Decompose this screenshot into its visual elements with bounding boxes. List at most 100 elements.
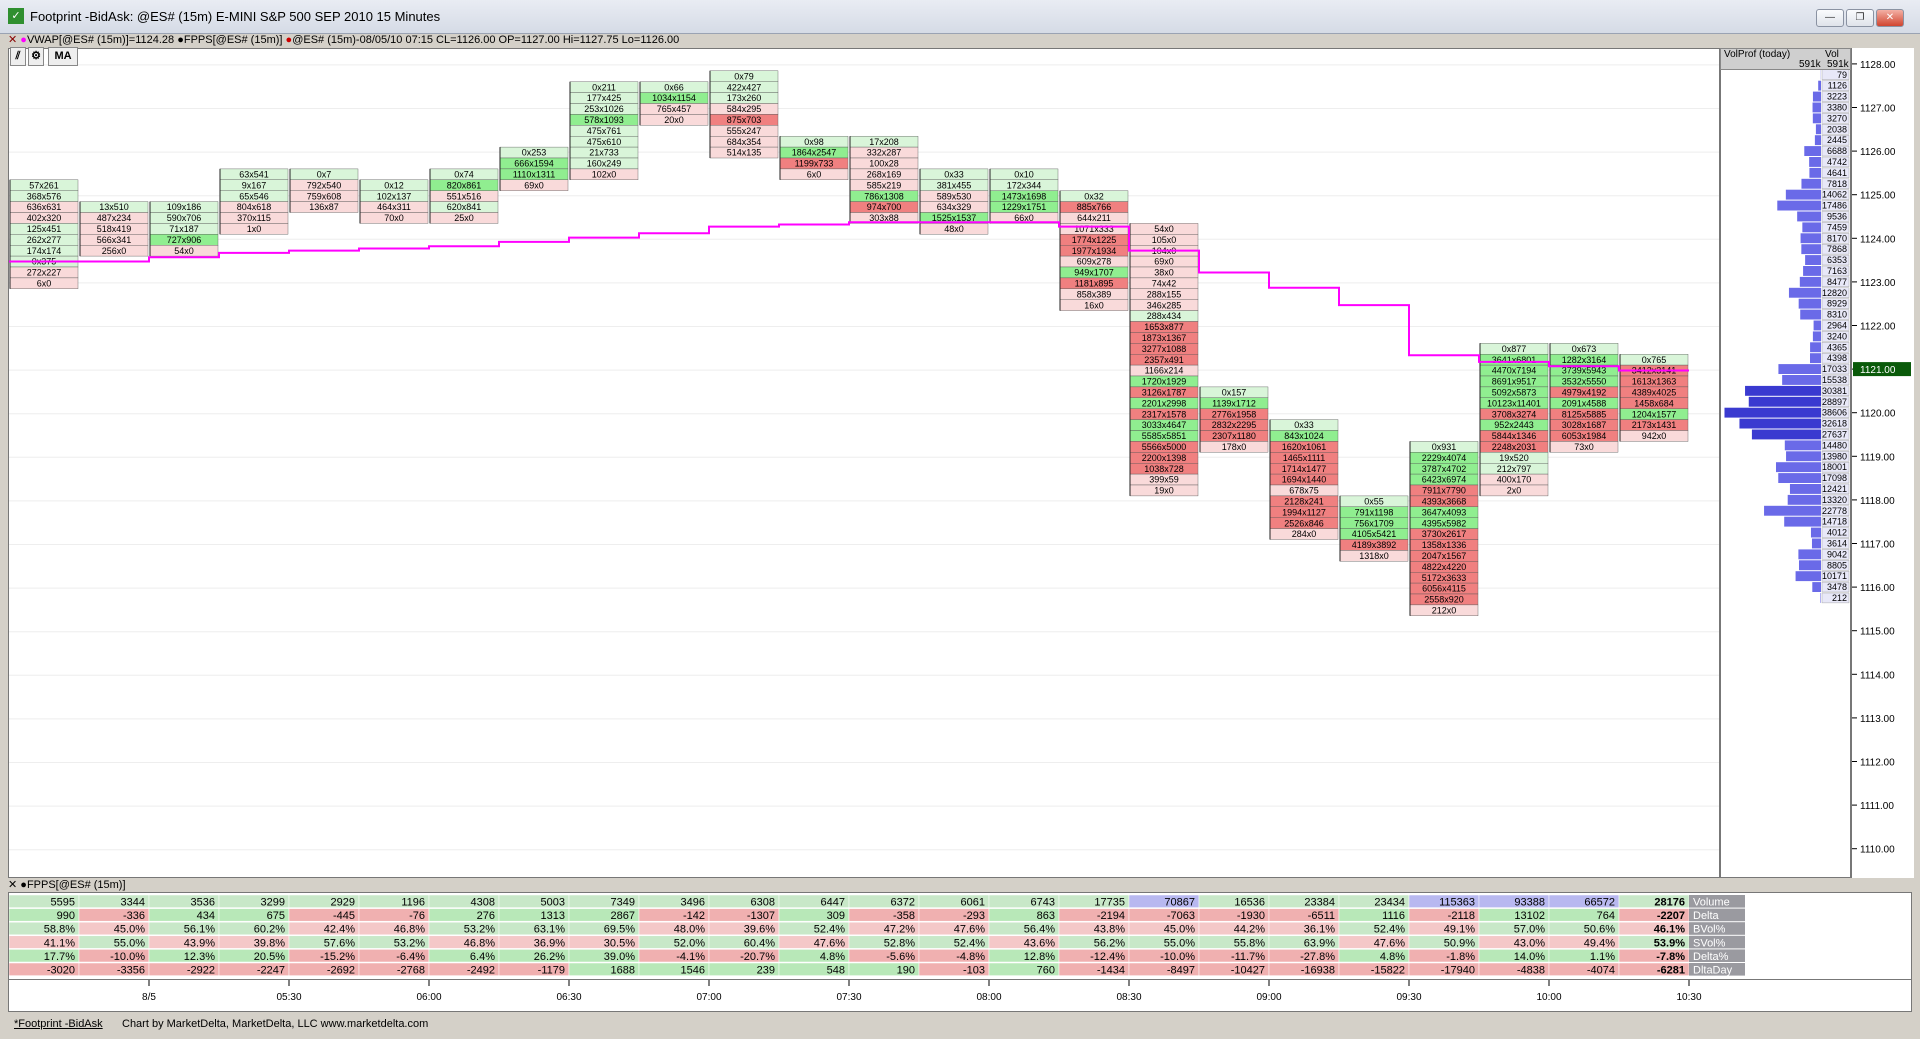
volume-profile-bar xyxy=(1800,233,1821,244)
price-tick-label: 1122.00 xyxy=(1860,322,1896,333)
stat-value: -20.7% xyxy=(740,951,775,963)
price-axis[interactable]: 1128.00 1127.00 1126.00 1125.00 1124.00 1123.… xyxy=(1851,48,1914,878)
footprint-cell-text: 105x0 xyxy=(1152,235,1177,245)
study-legend: ✕ ●VWAP[@ES# (15m)]=1124.28 ●FPPS[@ES# (… xyxy=(8,34,1912,47)
volume-profile-bar xyxy=(1815,124,1821,135)
time-axis[interactable]: 8/5 05:30 06:00 06:30 07:00 07:30 08:00 08:30 09… xyxy=(8,980,1912,1012)
footprint-cell-text: 464x311 xyxy=(377,202,411,212)
fpps-legend[interactable]: FPPS[@ES# (15m)] xyxy=(184,34,283,46)
volume-profile-value: 17033 xyxy=(1822,364,1847,374)
footprint-cell-text: 8691x9517 xyxy=(1492,377,1537,387)
footprint-cell-text: 284x0 xyxy=(1292,529,1317,539)
footprint-cell-text: 1199x733 xyxy=(795,159,834,169)
stat-value: -11.7% xyxy=(1231,951,1265,963)
stat-value: 52.4% xyxy=(814,924,845,936)
current-price-label: 1121.00 xyxy=(1860,365,1896,376)
stat-value: 30.5% xyxy=(604,937,635,949)
restore-button[interactable]: ❐ xyxy=(1846,9,1874,27)
stat-value: 63.1% xyxy=(534,924,565,936)
ma-button[interactable]: MA xyxy=(48,47,78,66)
footprint-cell-text: 585x219 xyxy=(867,180,902,190)
volume-profile-bar xyxy=(1809,157,1821,167)
footprint-cell-text: 400x170 xyxy=(1497,475,1532,485)
volume-profile-value: 27637 xyxy=(1822,430,1847,440)
footprint-cell-text: 1071x333 xyxy=(1074,224,1114,234)
volume-profile-value: 8805 xyxy=(1827,560,1847,570)
footprint-cell-text: 1473x1698 xyxy=(1002,191,1047,201)
close-chart-icon[interactable]: ✕ xyxy=(8,34,17,46)
volume-profile-bar xyxy=(1820,593,1821,603)
vwap-line xyxy=(9,221,1689,372)
stat-value: 45.0% xyxy=(1164,924,1195,936)
volume-profile-bar xyxy=(1787,494,1821,505)
footprint-cell-text: 25x0 xyxy=(454,213,474,223)
footprint-bar: 0x9312229x40743787x47026423x69747911x779… xyxy=(1409,441,1479,617)
footprint-cell-text: 172x344 xyxy=(1007,180,1042,190)
volume-profile-bar xyxy=(1778,473,1821,483)
volume-profile-bar xyxy=(1812,331,1821,342)
stat-value: -5.6% xyxy=(886,951,915,963)
footprint-cell-text: 1038x728 xyxy=(1144,464,1184,474)
stat-value: -358 xyxy=(893,910,915,922)
volume-profile-value: 38606 xyxy=(1822,408,1847,418)
footprint-cell-text: 6056x4115 xyxy=(1422,584,1466,594)
footprint-cell-text: 0x74 xyxy=(454,170,474,180)
volume-profile-svg: 7911263223338032702038244566884742464178… xyxy=(1724,69,1850,604)
stat-value: 239 xyxy=(757,965,775,977)
stat-value: 57.6% xyxy=(324,937,355,949)
vwap-legend[interactable]: VWAP[@ES# (15m)]=1124.28 xyxy=(27,34,174,46)
footprint-cell-text: 589x530 xyxy=(937,191,972,201)
volume-profile-value: 6688 xyxy=(1827,146,1847,156)
volume-profile-bar xyxy=(1812,582,1821,592)
stat-value: -1930 xyxy=(1237,910,1265,922)
footprint-bar: 0x6731282x31643739x59433532x55504979x419… xyxy=(1549,343,1619,453)
volume-profile-bar xyxy=(1804,146,1821,156)
volume-profile-bar xyxy=(1777,200,1821,211)
footprint-cell-text: 1714x1477 xyxy=(1282,464,1327,474)
footprint-cell-text: 74x42 xyxy=(1152,279,1177,289)
footprint-cell-text: 368x576 xyxy=(27,191,62,201)
time-axis-svg: 8/5 05:30 06:00 06:30 07:00 07:30 08:00 08:30 09… xyxy=(142,980,1702,1003)
volume-profile-value: 32618 xyxy=(1822,419,1847,429)
footprint-cell-text: 70x0 xyxy=(384,213,404,223)
footprint-cell-text: 2091x4588 xyxy=(1562,398,1607,408)
minimize-button[interactable]: — xyxy=(1816,9,1844,27)
volume-profile-value: 14062 xyxy=(1822,190,1847,200)
volume-profile-bar xyxy=(1739,418,1821,429)
footprint-chart[interactable]: 57x261 368x576 636x631 402x320 125x451 262x27… xyxy=(8,48,1720,878)
footprint-cell-text: 1458x684 xyxy=(1634,398,1674,408)
footprint-cell-text: 759x608 xyxy=(307,191,342,201)
close-study-icon[interactable]: ✕ xyxy=(8,879,17,891)
stat-value: -3020 xyxy=(47,965,75,977)
chart-tab[interactable]: *Footprint -BidAsk xyxy=(14,1018,103,1030)
stat-value: 47.6% xyxy=(954,924,985,936)
footprint-cell-text: 2832x2295 xyxy=(1212,420,1257,430)
footprint-bar: 0x253666x15941110x131169x0 xyxy=(499,146,569,191)
stat-value: -17940 xyxy=(1441,965,1475,977)
volume-profile-value: 7818 xyxy=(1827,179,1847,189)
stat-value: 58.8% xyxy=(44,924,75,936)
footprint-cell-text: 5172x3633 xyxy=(1422,573,1467,583)
draw-tool-icon[interactable]: ⫽ xyxy=(10,47,26,66)
footprint-cell-text: 514x135 xyxy=(727,148,762,158)
footprint-cell-text: 54x0 xyxy=(174,246,194,256)
stat-value: 1116 xyxy=(1382,910,1405,922)
price-tick-label: 1114.00 xyxy=(1860,670,1895,681)
footprint-cell-text: 19x520 xyxy=(1499,453,1529,463)
volume-profile: 79 1126 3223 3380 3270 2038 2445 6688 4742 4641 78… xyxy=(1720,69,1851,878)
volume-profile-value: 7868 xyxy=(1827,244,1847,254)
stat-value: 66572 xyxy=(1584,897,1615,909)
footprint-cell-text: 4822x4220 xyxy=(1422,562,1467,572)
footprint-cell-text: 0x931 xyxy=(1432,442,1457,452)
footprint-cell-text: 727x906 xyxy=(167,235,202,245)
close-button[interactable]: ✕ xyxy=(1876,9,1904,27)
stat-value: -2492 xyxy=(467,965,495,977)
volume-profile-value: 14480 xyxy=(1822,440,1847,450)
footprint-cell-text: 4395x5982 xyxy=(1422,518,1467,528)
footprint-cell-text: 4979x4192 xyxy=(1562,388,1607,398)
bottom-study-name[interactable]: FPPS[@ES# (15m)] xyxy=(27,879,126,891)
footprint-cell-text: 1139x1712 xyxy=(1212,398,1256,408)
settings-tool-icon[interactable]: ⚙ xyxy=(28,47,44,66)
volume-profile-value: 8310 xyxy=(1827,310,1847,320)
volume-profile-value: 3223 xyxy=(1827,92,1847,102)
